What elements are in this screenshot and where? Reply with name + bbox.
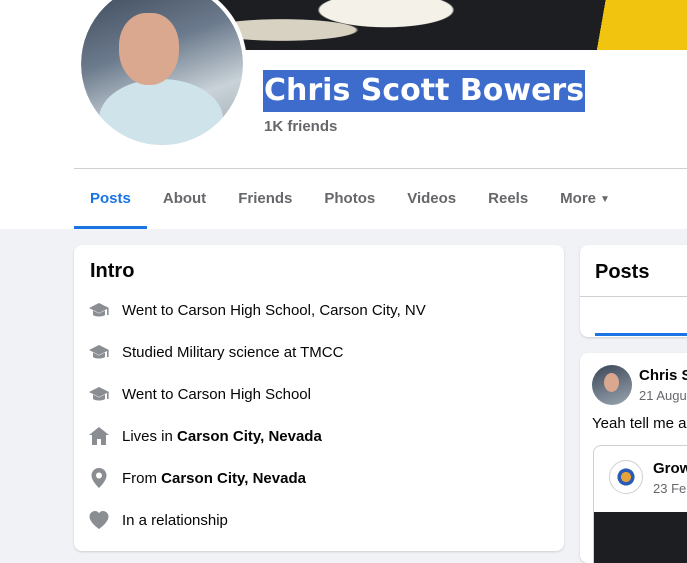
- cover-photo[interactable]: [210, 0, 687, 50]
- tab-about[interactable]: About: [147, 170, 222, 229]
- intro-title: Intro: [90, 260, 135, 282]
- shared-post-timestamp[interactable]: 23 Feb: [653, 481, 687, 496]
- avatar[interactable]: [592, 365, 632, 405]
- profile-name: Chris Scott Bowers: [263, 70, 586, 112]
- post-text: Yeah tell me ab: [592, 415, 687, 432]
- tab-posts[interactable]: Posts: [74, 170, 147, 229]
- tab-more[interactable]: More ▼: [544, 170, 626, 229]
- intro-item: Lives in Carson City, Nevada: [88, 424, 322, 448]
- post-timestamp[interactable]: 21 Augu: [639, 388, 687, 403]
- shared-post[interactable]: Grow 23 Feb: [593, 445, 687, 563]
- profile-picture[interactable]: [77, 0, 247, 149]
- intro-item: From Carson City, Nevada: [88, 466, 306, 490]
- intro-item: In a relationship: [88, 508, 228, 532]
- cover-graphic: [230, 0, 490, 50]
- house-icon: [89, 427, 109, 445]
- shared-post-media[interactable]: [594, 512, 687, 563]
- friends-count-link[interactable]: 1K friends: [264, 118, 337, 135]
- graduation-cap-icon: [89, 303, 109, 317]
- heart-icon: [89, 511, 109, 529]
- graduation-cap-icon: [89, 345, 109, 359]
- shared-post-author[interactable]: Grow: [653, 460, 687, 477]
- tab-reels[interactable]: Reels: [472, 170, 544, 229]
- tab-photos[interactable]: Photos: [308, 170, 391, 229]
- posts-panel-title: Posts: [595, 261, 650, 283]
- posts-filter-active-indicator: [595, 333, 687, 336]
- intro-item: Went to Carson High School, Carson City,…: [88, 298, 426, 322]
- cover-yellow-stripe: [567, 0, 687, 50]
- post-author[interactable]: Chris Sc: [639, 367, 687, 384]
- page-logo-icon[interactable]: [609, 460, 643, 494]
- caret-down-icon: ▼: [600, 194, 610, 205]
- location-pin-icon: [91, 468, 107, 488]
- tab-friends[interactable]: Friends: [222, 170, 308, 229]
- profile-tabs: Posts About Friends Photos Videos Reels …: [74, 170, 626, 229]
- intro-item: Studied Military science at TMCC: [88, 340, 343, 364]
- post-card: Chris Sc 21 Augu Yeah tell me ab Grow 23…: [580, 353, 687, 563]
- tab-videos[interactable]: Videos: [391, 170, 472, 229]
- intro-card: Intro Went to Carson High School, Carson…: [74, 245, 564, 551]
- posts-panel: Posts: [580, 245, 687, 337]
- graduation-cap-icon: [89, 387, 109, 401]
- header-divider: [74, 168, 687, 169]
- intro-item: Went to Carson High School: [88, 382, 311, 406]
